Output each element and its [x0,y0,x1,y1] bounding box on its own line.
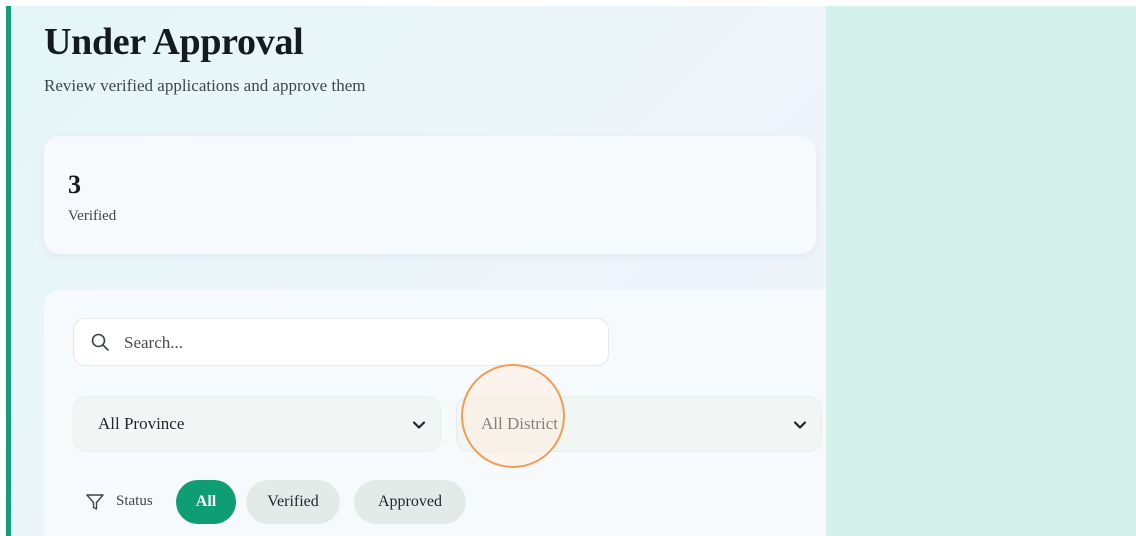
funnel-icon [86,494,104,510]
district-select[interactable]: All District [456,396,822,452]
status-chip-approved[interactable]: Approved [354,480,466,524]
status-chip-all[interactable]: All [176,480,236,524]
verified-stat-card: 3 Verified [44,136,816,254]
search-icon [91,333,109,351]
province-select[interactable]: All Province [73,396,441,452]
district-select-value: All District [481,414,558,433]
search-box[interactable] [73,318,609,366]
chevron-down-icon [412,421,426,429]
filter-panel: All Province All District Status All Ver… [44,290,826,536]
stat-value: 3 [68,170,81,199]
page-title: Under Approval [44,21,304,63]
right-side-panel [826,6,1136,536]
chevron-down-icon [793,421,807,429]
stat-label: Verified [68,208,117,224]
page-subtitle: Review verified applications and approve… [44,76,366,95]
status-label: Status [116,493,153,509]
main-content: Under Approval Review verified applicati… [11,6,826,536]
status-chip-verified[interactable]: Verified [246,480,340,524]
status-filter-row: Status All Verified Approved [73,480,573,524]
search-input[interactable] [122,328,596,358]
province-select-value: All Province [98,414,185,433]
